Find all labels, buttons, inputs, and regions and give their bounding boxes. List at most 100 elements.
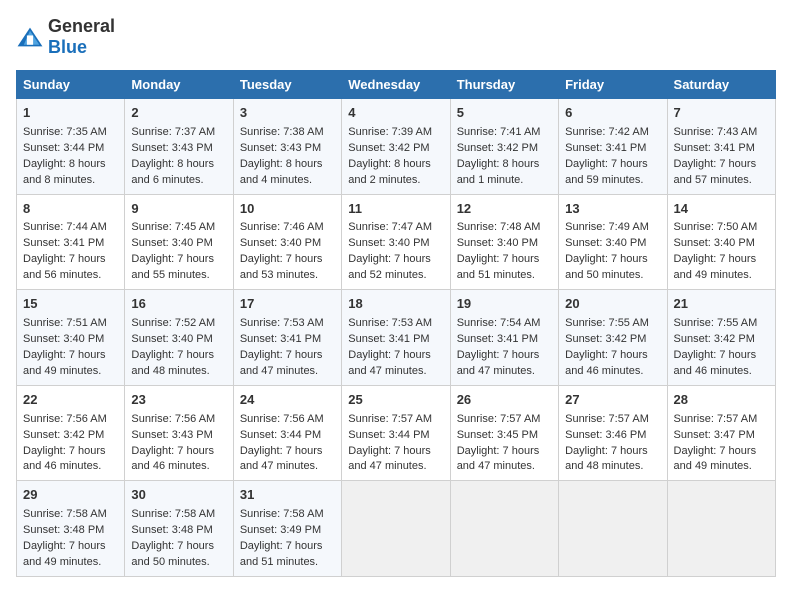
- sunrise-label: Sunrise: 7:44 AM: [23, 221, 107, 233]
- daylight-label: Daylight: 7 hours and 47 minutes.: [240, 349, 323, 377]
- day-number: 21: [674, 295, 769, 314]
- sunrise-label: Sunrise: 7:57 AM: [674, 413, 758, 425]
- calendar-cell: 13Sunrise: 7:49 AMSunset: 3:40 PMDayligh…: [559, 194, 667, 290]
- calendar-cell: [667, 481, 775, 577]
- day-number: 6: [565, 104, 660, 123]
- sunrise-label: Sunrise: 7:49 AM: [565, 221, 649, 233]
- sunset-label: Sunset: 3:41 PM: [240, 333, 321, 345]
- sunset-label: Sunset: 3:41 PM: [674, 142, 755, 154]
- daylight-label: Daylight: 7 hours and 46 minutes.: [23, 445, 106, 473]
- calendar-header: SundayMondayTuesdayWednesdayThursdayFrid…: [17, 71, 776, 99]
- calendar-table: SundayMondayTuesdayWednesdayThursdayFrid…: [16, 70, 776, 577]
- sunrise-label: Sunrise: 7:58 AM: [23, 508, 107, 520]
- daylight-label: Daylight: 7 hours and 49 minutes.: [23, 349, 106, 377]
- sunrise-label: Sunrise: 7:56 AM: [23, 413, 107, 425]
- sunset-label: Sunset: 3:40 PM: [674, 237, 755, 249]
- daylight-label: Daylight: 7 hours and 55 minutes.: [131, 253, 214, 281]
- sunrise-label: Sunrise: 7:51 AM: [23, 317, 107, 329]
- daylight-label: Daylight: 7 hours and 47 minutes.: [457, 445, 540, 473]
- sunrise-label: Sunrise: 7:53 AM: [348, 317, 432, 329]
- sunset-label: Sunset: 3:41 PM: [565, 142, 646, 154]
- sunset-label: Sunset: 3:42 PM: [565, 333, 646, 345]
- day-number: 27: [565, 391, 660, 410]
- day-number: 24: [240, 391, 335, 410]
- day-number: 26: [457, 391, 552, 410]
- daylight-label: Daylight: 8 hours and 8 minutes.: [23, 158, 106, 186]
- calendar-cell: 12Sunrise: 7:48 AMSunset: 3:40 PMDayligh…: [450, 194, 558, 290]
- calendar-cell: 7Sunrise: 7:43 AMSunset: 3:41 PMDaylight…: [667, 99, 775, 195]
- header-cell-saturday: Saturday: [667, 71, 775, 99]
- sunset-label: Sunset: 3:40 PM: [131, 333, 212, 345]
- daylight-label: Daylight: 7 hours and 49 minutes.: [23, 540, 106, 568]
- daylight-label: Daylight: 7 hours and 51 minutes.: [457, 253, 540, 281]
- sunset-label: Sunset: 3:40 PM: [457, 237, 538, 249]
- sunset-label: Sunset: 3:40 PM: [348, 237, 429, 249]
- day-number: 9: [131, 200, 226, 219]
- daylight-label: Daylight: 8 hours and 4 minutes.: [240, 158, 323, 186]
- sunrise-label: Sunrise: 7:58 AM: [131, 508, 215, 520]
- sunrise-label: Sunrise: 7:46 AM: [240, 221, 324, 233]
- calendar-cell: 16Sunrise: 7:52 AMSunset: 3:40 PMDayligh…: [125, 290, 233, 386]
- sunset-label: Sunset: 3:40 PM: [131, 237, 212, 249]
- sunrise-label: Sunrise: 7:39 AM: [348, 126, 432, 138]
- day-number: 29: [23, 486, 118, 505]
- sunset-label: Sunset: 3:49 PM: [240, 524, 321, 536]
- daylight-label: Daylight: 7 hours and 59 minutes.: [565, 158, 648, 186]
- sunrise-label: Sunrise: 7:58 AM: [240, 508, 324, 520]
- calendar-cell: 14Sunrise: 7:50 AMSunset: 3:40 PMDayligh…: [667, 194, 775, 290]
- daylight-label: Daylight: 7 hours and 46 minutes.: [131, 445, 214, 473]
- calendar-cell: [450, 481, 558, 577]
- sunset-label: Sunset: 3:40 PM: [565, 237, 646, 249]
- day-number: 1: [23, 104, 118, 123]
- calendar-cell: 3Sunrise: 7:38 AMSunset: 3:43 PMDaylight…: [233, 99, 341, 195]
- calendar-cell: [559, 481, 667, 577]
- calendar-cell: 4Sunrise: 7:39 AMSunset: 3:42 PMDaylight…: [342, 99, 450, 195]
- sunset-label: Sunset: 3:48 PM: [131, 524, 212, 536]
- day-number: 5: [457, 104, 552, 123]
- sunset-label: Sunset: 3:44 PM: [23, 142, 104, 154]
- sunset-label: Sunset: 3:43 PM: [240, 142, 321, 154]
- calendar-cell: 10Sunrise: 7:46 AMSunset: 3:40 PMDayligh…: [233, 194, 341, 290]
- calendar-cell: [342, 481, 450, 577]
- calendar-cell: 11Sunrise: 7:47 AMSunset: 3:40 PMDayligh…: [342, 194, 450, 290]
- sunset-label: Sunset: 3:46 PM: [565, 429, 646, 441]
- sunrise-label: Sunrise: 7:53 AM: [240, 317, 324, 329]
- daylight-label: Daylight: 7 hours and 47 minutes.: [348, 349, 431, 377]
- sunrise-label: Sunrise: 7:57 AM: [565, 413, 649, 425]
- day-number: 17: [240, 295, 335, 314]
- calendar-cell: 28Sunrise: 7:57 AMSunset: 3:47 PMDayligh…: [667, 385, 775, 481]
- daylight-label: Daylight: 7 hours and 47 minutes.: [457, 349, 540, 377]
- week-row-2: 8Sunrise: 7:44 AMSunset: 3:41 PMDaylight…: [17, 194, 776, 290]
- day-number: 19: [457, 295, 552, 314]
- sunrise-label: Sunrise: 7:52 AM: [131, 317, 215, 329]
- calendar-cell: 31Sunrise: 7:58 AMSunset: 3:49 PMDayligh…: [233, 481, 341, 577]
- sunset-label: Sunset: 3:41 PM: [23, 237, 104, 249]
- daylight-label: Daylight: 7 hours and 56 minutes.: [23, 253, 106, 281]
- day-number: 16: [131, 295, 226, 314]
- daylight-label: Daylight: 8 hours and 6 minutes.: [131, 158, 214, 186]
- daylight-label: Daylight: 7 hours and 49 minutes.: [674, 445, 757, 473]
- calendar-cell: 19Sunrise: 7:54 AMSunset: 3:41 PMDayligh…: [450, 290, 558, 386]
- sunset-label: Sunset: 3:44 PM: [240, 429, 321, 441]
- sunrise-label: Sunrise: 7:57 AM: [457, 413, 541, 425]
- header-cell-tuesday: Tuesday: [233, 71, 341, 99]
- calendar-cell: 30Sunrise: 7:58 AMSunset: 3:48 PMDayligh…: [125, 481, 233, 577]
- calendar-cell: 27Sunrise: 7:57 AMSunset: 3:46 PMDayligh…: [559, 385, 667, 481]
- sunset-label: Sunset: 3:41 PM: [457, 333, 538, 345]
- calendar-cell: 8Sunrise: 7:44 AMSunset: 3:41 PMDaylight…: [17, 194, 125, 290]
- sunrise-label: Sunrise: 7:55 AM: [674, 317, 758, 329]
- calendar-cell: 21Sunrise: 7:55 AMSunset: 3:42 PMDayligh…: [667, 290, 775, 386]
- sunrise-label: Sunrise: 7:37 AM: [131, 126, 215, 138]
- logo: General Blue: [16, 16, 115, 58]
- day-number: 13: [565, 200, 660, 219]
- header-cell-thursday: Thursday: [450, 71, 558, 99]
- calendar-cell: 24Sunrise: 7:56 AMSunset: 3:44 PMDayligh…: [233, 385, 341, 481]
- day-number: 7: [674, 104, 769, 123]
- day-number: 30: [131, 486, 226, 505]
- daylight-label: Daylight: 7 hours and 52 minutes.: [348, 253, 431, 281]
- sunset-label: Sunset: 3:45 PM: [457, 429, 538, 441]
- sunset-label: Sunset: 3:41 PM: [348, 333, 429, 345]
- day-number: 28: [674, 391, 769, 410]
- day-number: 14: [674, 200, 769, 219]
- sunrise-label: Sunrise: 7:48 AM: [457, 221, 541, 233]
